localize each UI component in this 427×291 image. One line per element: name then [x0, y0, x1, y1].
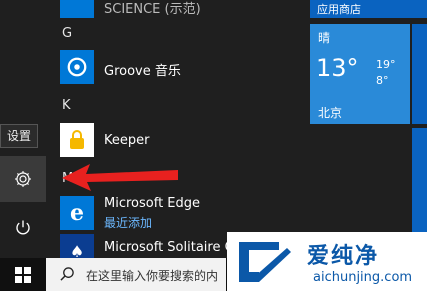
power-button[interactable] [0, 205, 46, 251]
power-icon [16, 220, 30, 235]
list-item-edge[interactable]: e Microsoft Edge 最近添加 [60, 194, 296, 234]
app-name-groove: Groove 音乐 [104, 64, 181, 79]
weather-city: 北京 [318, 106, 343, 120]
groove-icon [60, 50, 94, 84]
list-item-groove[interactable]: Groove 音乐 [60, 48, 296, 88]
weather-temp: 13° [316, 54, 359, 82]
keeper-icon [60, 123, 94, 157]
start-button[interactable] [0, 258, 46, 291]
settings-button[interactable] [0, 156, 46, 202]
weather-tile[interactable]: 晴 13° 19° 8° 北京 [310, 24, 410, 124]
taskbar-search-box[interactable]: 在这里输入你要搜索的内 [46, 258, 226, 291]
annotation-arrow [62, 164, 178, 191]
search-placeholder: 在这里输入你要搜索的内 [86, 269, 219, 283]
app-tile-icon [60, 0, 94, 18]
section-letter-g[interactable]: G [62, 26, 72, 41]
list-item-keeper[interactable]: Keeper [60, 121, 296, 161]
tile-area: 应用商店 晴 13° 19° 8° 北京 [298, 0, 427, 258]
store-tile-label: 应用商店 [317, 3, 361, 16]
app-list: SCIENCE (示范) G Groove 音乐 K Keeper M e Mi… [46, 0, 298, 268]
weather-low: 8° [376, 74, 389, 87]
watermark-brand: 爱纯净 [307, 244, 380, 269]
weather-condition: 晴 [318, 31, 331, 45]
weather-high: 19° [376, 58, 396, 71]
partial-tile[interactable] [412, 24, 427, 124]
section-letter-k[interactable]: K [62, 98, 71, 113]
app-name-edge: Microsoft Edge [104, 196, 201, 211]
watermark-url: aichunjing.com [313, 270, 413, 285]
store-tile[interactable]: 应用商店 [310, 0, 427, 18]
watermark: 爱纯净 aichunjing.com [227, 232, 427, 291]
app-name: SCIENCE (示范) [104, 2, 201, 17]
search-icon [60, 267, 74, 281]
app-name-solitaire: Microsoft Solitaire Co [104, 240, 242, 255]
settings-tooltip: 设置 [0, 124, 39, 148]
app-name-keeper: Keeper [104, 133, 150, 148]
windows-logo-icon [15, 266, 31, 283]
list-item-top-partial[interactable]: SCIENCE (示范) [60, 0, 296, 22]
gear-icon [15, 171, 31, 187]
edge-icon: e [60, 196, 94, 230]
watermark-logo-icon [239, 242, 291, 282]
recently-added-label: 最近添加 [104, 216, 153, 230]
partial-tile[interactable] [412, 128, 427, 238]
